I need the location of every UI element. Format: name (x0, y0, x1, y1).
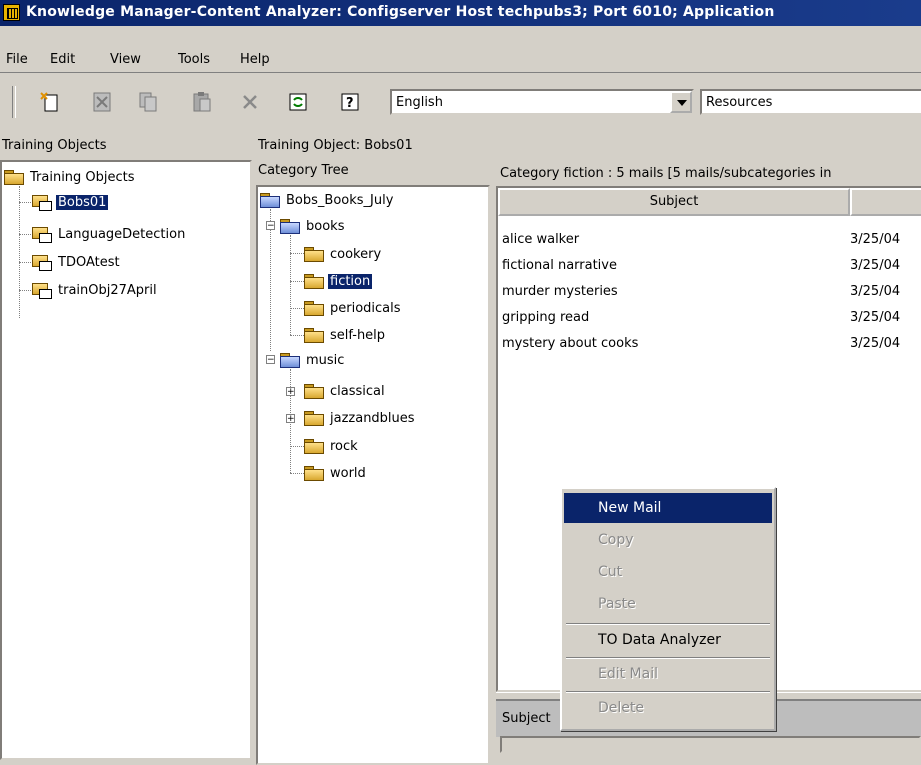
expand-jazzandblues-toggle[interactable]: + (286, 414, 295, 424)
help-icon: ? (341, 93, 359, 111)
category-rock[interactable]: rock (304, 437, 360, 455)
folder-icon (304, 301, 324, 316)
menu-view[interactable]: View (110, 52, 141, 67)
subject-field[interactable] (500, 736, 921, 753)
column-header-subject[interactable]: Subject (498, 188, 850, 216)
folder-icon (304, 384, 324, 399)
menu-file[interactable]: File (6, 52, 28, 67)
category-self-help[interactable]: self-help (304, 326, 387, 344)
training-object-item[interactable]: LanguageDetection (30, 225, 187, 243)
resource-value: Resources (706, 95, 773, 110)
menu-tools[interactable]: Tools (178, 52, 210, 67)
cut-button[interactable] (88, 88, 116, 116)
folder-icon (304, 411, 324, 426)
folder-icon (304, 274, 324, 289)
category-classical[interactable]: classical (304, 382, 387, 400)
menu-item-cut: Cut (598, 564, 623, 580)
training-object-item[interactable]: trainObj27April (30, 281, 159, 299)
menu-item-to-data-analyzer[interactable]: TO Data Analyzer (564, 625, 772, 655)
training-object-icon (30, 194, 52, 211)
paste-icon (193, 92, 211, 112)
training-objects-tree: Training Objects Bobs01 LanguageDetectio… (0, 160, 252, 760)
resource-select[interactable]: Resources (700, 89, 921, 115)
training-object-icon (30, 282, 52, 299)
cut-icon (93, 92, 111, 112)
training-object-title: Training Object: Bobs01 (258, 138, 413, 153)
copy-icon (139, 92, 157, 112)
training-object-item[interactable]: TDOAtest (30, 253, 122, 271)
category-jazzandblues[interactable]: jazzandblues (304, 409, 417, 427)
menu-item-edit-mail: Edit Mail (598, 666, 658, 682)
table-row[interactable]: fictional narrative 3/25/04 (498, 254, 918, 280)
language-select[interactable]: English (390, 89, 694, 115)
toolbar-grip (12, 86, 16, 118)
category-periodicals[interactable]: periodicals (304, 299, 403, 317)
folder-icon (304, 328, 324, 343)
menu-item-paste: Paste (598, 596, 636, 612)
training-object-icon (30, 226, 52, 243)
menu-bar: File Edit View Tools Help (0, 26, 921, 73)
delete-button[interactable] (236, 88, 264, 116)
open-folder-icon (280, 353, 300, 368)
folder-icon (304, 466, 324, 481)
folder-icon (4, 170, 24, 185)
context-menu: New Mail Copy Cut Paste TO Data Analyzer… (560, 487, 776, 731)
delete-icon (243, 95, 257, 109)
table-row[interactable]: murder mysteries 3/25/04 (498, 280, 918, 306)
column-header-date[interactable] (850, 188, 921, 216)
svg-text:?: ? (346, 96, 354, 111)
training-objects-header: Training Objects (2, 138, 107, 153)
table-row[interactable]: gripping read 3/25/04 (498, 306, 918, 332)
tree-root-category[interactable]: Bobs_Books_July (260, 191, 395, 209)
copy-button[interactable] (134, 88, 162, 116)
paste-button[interactable] (188, 88, 216, 116)
menu-item-copy: Copy (598, 532, 634, 548)
help-button[interactable]: ? (336, 88, 364, 116)
new-icon (40, 92, 58, 112)
training-object-icon (30, 254, 52, 271)
category-tree: Bobs_Books_July − books cookery fiction … (256, 185, 490, 765)
tree-root-training-objects[interactable]: Training Objects (4, 168, 137, 186)
refresh-button[interactable] (284, 88, 312, 116)
category-world[interactable]: world (304, 464, 368, 482)
table-row[interactable]: mystery about cooks 3/25/04 (498, 332, 918, 358)
language-value: English (396, 95, 443, 110)
refresh-icon (289, 93, 307, 111)
menu-help[interactable]: Help (240, 52, 270, 67)
chevron-down-icon[interactable] (670, 91, 692, 113)
folder-icon (304, 439, 324, 454)
menu-item-delete: Delete (598, 700, 644, 716)
toolbar: ? English Resources (0, 80, 921, 124)
category-tree-header: Category Tree (258, 163, 349, 178)
open-folder-icon (280, 219, 300, 234)
title-bar: Knowledge Manager-Content Analyzer: Conf… (0, 0, 921, 26)
window-title: Knowledge Manager-Content Analyzer: Conf… (26, 4, 775, 20)
collapse-music-toggle[interactable]: − (266, 355, 275, 365)
menu-item-new-mail[interactable]: New Mail (564, 493, 772, 523)
folder-icon (304, 247, 324, 262)
expand-classical-toggle[interactable]: + (286, 387, 295, 397)
open-folder-icon (260, 193, 280, 208)
menu-edit[interactable]: Edit (50, 52, 75, 67)
category-summary: Category fiction : 5 mails [5 mails/subc… (500, 166, 832, 181)
app-icon[interactable] (3, 4, 20, 21)
category-fiction[interactable]: fiction (304, 272, 373, 290)
collapse-books-toggle[interactable]: − (266, 221, 275, 231)
category-cookery[interactable]: cookery (304, 245, 383, 263)
subject-label: Subject (502, 711, 551, 726)
category-music[interactable]: music (280, 351, 346, 369)
new-button[interactable] (36, 88, 64, 116)
category-books[interactable]: books (280, 217, 346, 235)
table-row[interactable]: alice walker 3/25/04 (498, 228, 918, 254)
training-object-item[interactable]: Bobs01 (30, 193, 109, 211)
